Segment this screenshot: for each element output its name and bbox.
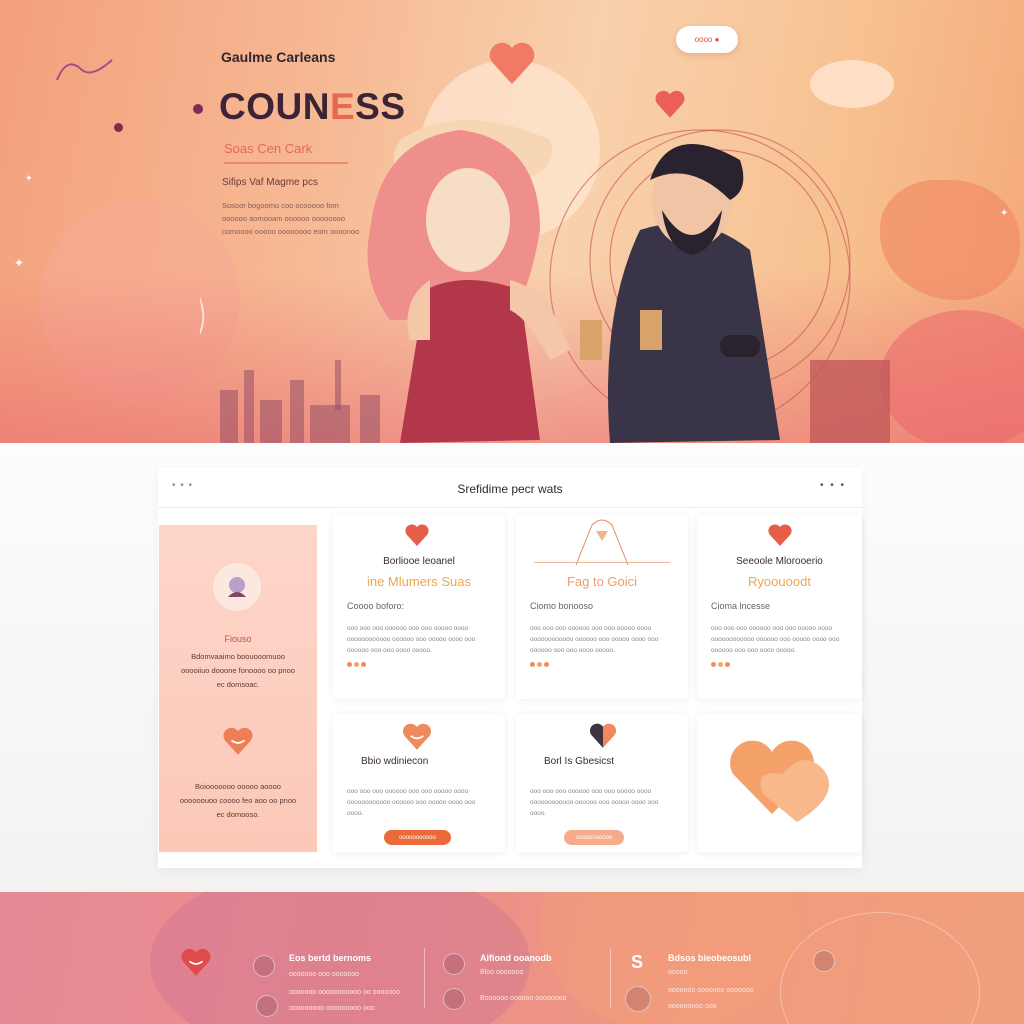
footer-text: ooooooooo ooooooooo ooo	[289, 1005, 375, 1012]
section-header: Srefidime pecr wats	[158, 468, 862, 508]
hero-subtitle: Soas Cen Cark	[224, 141, 313, 156]
hero-small-text: Sifips Vaf Magme pcs	[222, 177, 318, 188]
feature-card[interactable]: Bbio wdiniecon ooo ooo ooo oooooo ooo oo…	[333, 714, 505, 852]
footer-icon[interactable]	[443, 953, 465, 975]
card-label: Ciomo bonooso	[530, 601, 594, 611]
footer-text: Boooooo oooooo oooooooo	[480, 995, 567, 1002]
heart-icon	[405, 524, 429, 546]
hero-title-part: COUN	[219, 86, 330, 127]
card-dots	[711, 662, 730, 667]
brand-name: Gaulme Carleans	[221, 49, 336, 65]
feature-card[interactable]: Borliooe leoanel ine Mlumers Suas Coooo …	[333, 515, 505, 699]
hero-title: COUNESS	[219, 86, 406, 128]
profile-icon	[228, 577, 246, 597]
card-accent-title: Fag to Goici	[566, 574, 638, 589]
hero-pill-button[interactable]: oooo ●	[676, 26, 738, 53]
card-text: ooo ooo ooo oooooo ooo ooo ooooo oooo oo…	[711, 625, 840, 654]
footer-text: ooooooo ooooooo ooooooo	[668, 987, 754, 994]
hero-title-part: SS	[355, 86, 406, 127]
feature-card[interactable]: Fag to Goici Ciomo bonooso ooo ooo ooo o…	[516, 515, 688, 699]
heart-icon	[403, 723, 431, 750]
card-text: ooo ooo ooo oooooo ooo ooo ooooo oooo oo…	[347, 788, 476, 817]
footer-text: Bloo ooooooo	[480, 969, 524, 976]
dot-icon	[114, 123, 123, 132]
card-dots	[347, 662, 366, 667]
dot-icon	[193, 104, 203, 114]
sparkle-icon: ✦	[25, 173, 33, 183]
footer-col-title: Bdsos bieobeosubl	[668, 953, 752, 963]
feature-card[interactable]: Borl Is Gbesicst ooo ooo ooo oooooo ooo …	[516, 714, 688, 852]
card-title: Seeoole Mlorooerio	[736, 556, 823, 567]
subtitle-underline	[224, 162, 348, 164]
footer-icon[interactable]	[443, 988, 465, 1010]
hero-banner: Gaulme Carleans COUNESS Soas Cen Cark Si…	[0, 0, 1024, 443]
footer-ring	[780, 912, 980, 1024]
card-accent-title: Ryoouoodt	[748, 574, 811, 589]
card-title: Borliooe leoanel	[383, 556, 455, 567]
hero-title-accent: E	[329, 86, 356, 127]
heart-icon	[589, 723, 617, 748]
card-text: ooo ooo ooo oooooo ooo ooo ooooo oooo oo…	[347, 625, 476, 654]
swirl-icon	[56, 59, 113, 81]
sparkle-icon: ✦	[14, 256, 25, 270]
heart-icon	[181, 948, 211, 976]
card-title: Bbio wdiniecon	[361, 756, 429, 767]
footer-divider	[610, 948, 611, 1008]
feature-card[interactable]: Seeoole Mlorooerio Ryoouoodt Cioma lnces…	[697, 515, 862, 699]
footer-s-icon: S	[631, 952, 644, 972]
card-label: Coooo boforo:	[347, 601, 405, 611]
card-action-button[interactable]: ooooooooooo	[564, 830, 624, 845]
card-action-button[interactable]: ooooooooooo	[384, 830, 451, 845]
heart-icon	[768, 524, 792, 546]
hearts-card	[697, 714, 862, 852]
avatar[interactable]	[213, 563, 261, 611]
sidebar-text: Boiooooooo ooooo aoooo oooooouoo coooo f…	[179, 782, 297, 819]
footer-text: ooooooo ooo ooooooo	[289, 971, 360, 978]
arch-icon	[575, 519, 629, 566]
card-label: Cioma lncesse	[711, 601, 771, 611]
card-accent-title: ine Mlumers Suas	[366, 574, 472, 589]
footer-divider	[424, 948, 425, 1008]
card-title: Borl Is Gbesicst	[544, 756, 615, 767]
footer-icon[interactable]	[625, 986, 651, 1012]
more-menu-button[interactable]: • • •	[820, 480, 846, 491]
card-text: ooo ooo ooo oooooo ooo ooo ooooo oooo oo…	[530, 788, 659, 817]
card-text: ooo ooo ooo oooooo ooo ooo ooooo oooo oo…	[530, 625, 659, 654]
divider	[534, 562, 670, 563]
double-heart-icon	[730, 740, 830, 822]
footer-text: ooooo	[668, 969, 688, 976]
sidebar-label: Fiouso	[224, 634, 252, 644]
footer-col-title: Eos bertd bernoms	[289, 953, 372, 963]
footer-col-title: Aifiond ooanodb	[480, 953, 552, 963]
footer-social-icon[interactable]	[813, 950, 835, 972]
sparkle-icon: ✦	[1000, 208, 1009, 219]
card-dots	[530, 662, 549, 667]
sidebar-text: Bdomvaaimo boouooomuoo ooooiiuo dooone f…	[181, 652, 295, 689]
heart-icon[interactable]	[221, 726, 255, 756]
footer-text: ooooooooo ooo	[668, 1003, 717, 1010]
section-title: Srefidime pecr wats	[457, 482, 563, 496]
footer-icon[interactable]	[253, 955, 275, 977]
hero-paragraph: Sosoor bogoomo coo ocooooo fom oooooo ao…	[222, 201, 360, 236]
footer-icon[interactable]	[256, 995, 278, 1017]
heart-icon	[655, 90, 685, 118]
footer-text: ooooooo ooooooooooo oo ooooooo	[289, 989, 400, 996]
dots-left: • • •	[172, 480, 194, 491]
heart-icon	[489, 42, 535, 84]
